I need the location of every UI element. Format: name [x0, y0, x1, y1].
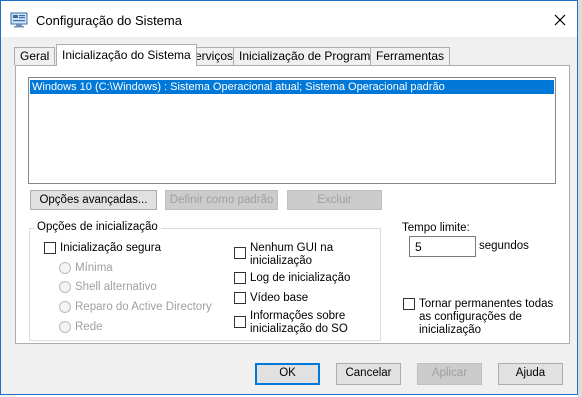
apply-button[interactable]: Aplicar — [417, 363, 482, 385]
tab-boot[interactable]: Inicialização do Sistema — [56, 44, 197, 66]
os-boot-info-checkbox[interactable] — [234, 316, 246, 328]
alternate-shell-radio[interactable] — [59, 281, 71, 293]
tab-tools[interactable]: Ferramentas — [370, 47, 451, 65]
title-bar: Configuração do Sistema — [1, 1, 577, 37]
close-icon — [554, 14, 566, 26]
network-radio[interactable] — [59, 321, 71, 333]
system-config-icon — [10, 12, 28, 28]
cancel-label: Cancelar — [345, 367, 392, 379]
timeout-unit-label: segundos — [479, 240, 529, 252]
ad-repair-label: Reparo do Active Directory — [75, 301, 212, 313]
advanced-options-button[interactable]: Opções avançadas... — [30, 190, 157, 210]
tab-startup[interactable]: Inicialização de Programas — [233, 47, 390, 65]
cancel-button[interactable]: Cancelar — [336, 363, 401, 385]
boot-log-checkbox[interactable] — [234, 272, 246, 284]
no-gui-boot-checkbox[interactable] — [234, 247, 246, 259]
make-permanent-label: Tornar permanentes todas as configuraçõe… — [419, 298, 553, 337]
no-gui-boot-label: Nenhum GUI na inicialização — [250, 242, 333, 268]
set-default-label: Definir como padrão — [169, 194, 274, 206]
set-default-button[interactable]: Definir como padrão — [165, 190, 278, 210]
advanced-options-label: Opções avançadas... — [39, 194, 148, 206]
make-permanent-checkbox[interactable] — [403, 298, 415, 310]
ok-button[interactable]: OK — [255, 363, 320, 385]
os-list[interactable]: Windows 10 (C:\Windows) : Sistema Operac… — [28, 77, 556, 184]
ad-repair-radio[interactable] — [59, 301, 71, 313]
safe-boot-checkbox[interactable] — [44, 242, 56, 254]
help-button[interactable]: Ajuda — [498, 363, 563, 385]
minimal-radio[interactable] — [59, 262, 71, 274]
system-config-dialog: Configuração do Sistema Geral Inicializa… — [0, 0, 578, 395]
no-gui-boot-label-line2: inicialização — [250, 255, 313, 267]
alternate-shell-label: Shell alternativo — [75, 281, 157, 293]
minimal-label: Mínima — [75, 262, 113, 274]
safe-boot-label: Inicialização segura — [60, 242, 162, 254]
close-button[interactable] — [545, 7, 575, 33]
os-boot-info-label-line2: inicialização do SO — [250, 323, 348, 335]
os-list-item[interactable]: Windows 10 (C:\Windows) : Sistema Operac… — [30, 80, 554, 94]
base-video-checkbox[interactable] — [234, 292, 246, 304]
timeout-input[interactable] — [409, 236, 476, 257]
apply-label: Aplicar — [431, 367, 468, 379]
timeout-label: Tempo limite: — [402, 222, 470, 234]
make-permanent-label-line1: Tornar permanentes todas — [419, 298, 554, 310]
help-label: Ajuda — [515, 367, 546, 379]
base-video-label: Vídeo base — [250, 292, 309, 304]
delete-button[interactable]: Excluir — [287, 190, 382, 210]
tab-general[interactable]: Geral — [14, 47, 56, 65]
delete-label: Excluir — [317, 194, 352, 206]
os-boot-info-label: Informações sobre inicialização do SO — [250, 310, 348, 336]
boot-options-title: Opções de inicialização — [34, 221, 161, 233]
boot-log-label: Log de inicialização — [250, 272, 351, 284]
os-boot-info-label-line1: Informações sobre — [250, 310, 346, 322]
make-permanent-label-line2: as configurações de — [419, 311, 522, 323]
network-label: Rede — [75, 321, 103, 333]
window-title: Configuração do Sistema — [36, 13, 182, 28]
make-permanent-label-line3: inicialização — [419, 324, 482, 336]
ok-label: OK — [279, 367, 296, 379]
background-scroll-edge — [578, 0, 582, 397]
no-gui-boot-label-line1: Nenhum GUI na — [250, 242, 334, 254]
